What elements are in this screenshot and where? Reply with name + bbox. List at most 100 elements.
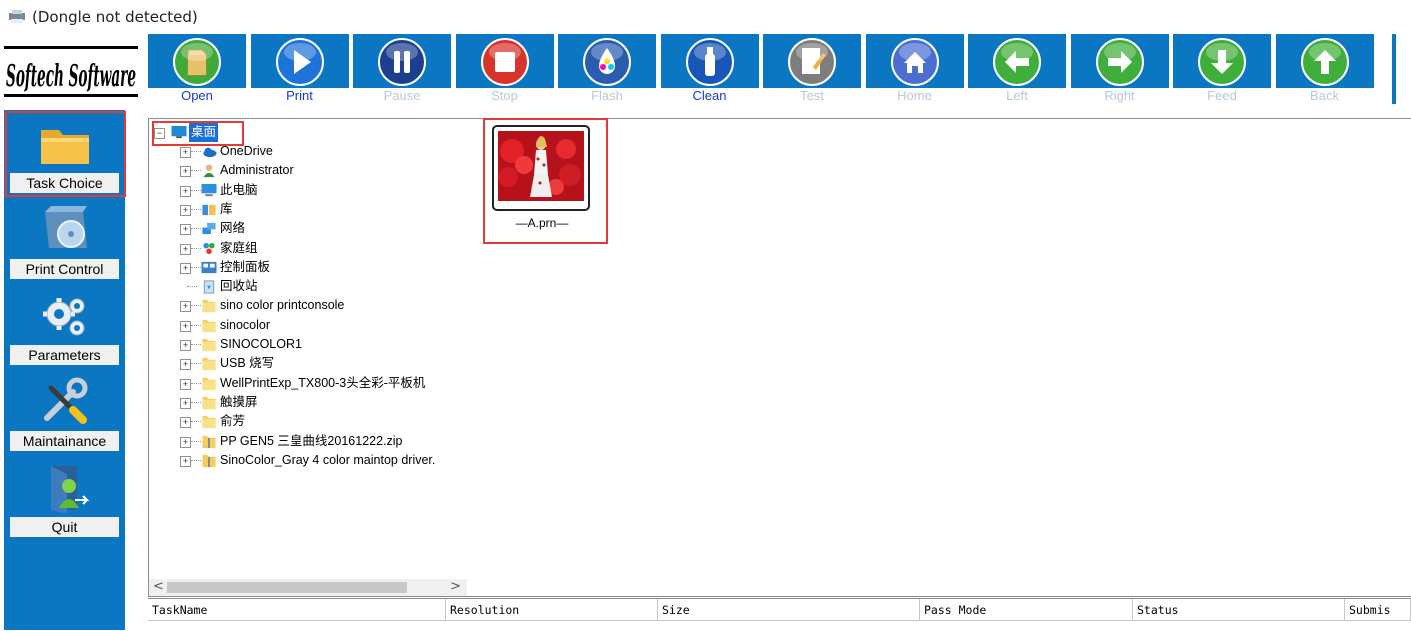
tree-item-label: sinocolor xyxy=(220,317,271,332)
folder-icon xyxy=(201,395,217,410)
back-button[interactable]: Back xyxy=(1275,34,1374,104)
tree-connector xyxy=(191,247,201,249)
tree-item[interactable]: + PP GEN5 三皇曲线20161222.zip xyxy=(149,432,467,451)
recycle-bin-icon xyxy=(201,279,217,294)
tree-connector xyxy=(191,421,201,423)
expand-icon[interactable]: + xyxy=(180,166,191,178)
sidebar-item-label: Quit xyxy=(10,517,119,537)
right-button[interactable]: Right xyxy=(1070,34,1169,104)
tree-item[interactable]: + USB 烧写 xyxy=(149,354,467,373)
column-header[interactable]: Pass Mode xyxy=(920,599,1133,621)
tree-connector xyxy=(191,324,201,326)
sidebar-item-print-control[interactable]: Print Control xyxy=(4,196,125,282)
scroll-thumb[interactable] xyxy=(167,582,407,593)
expand-icon[interactable]: + xyxy=(180,224,191,236)
arrow-up-icon xyxy=(1300,37,1350,87)
expand-icon[interactable]: + xyxy=(180,378,191,390)
column-header[interactable]: Size xyxy=(658,599,920,621)
feed-button[interactable]: Feed xyxy=(1173,34,1271,104)
tree-item-label: WellPrintExp_TX800-3头全彩-平板机 xyxy=(220,375,426,390)
stop-button[interactable]: Stop xyxy=(455,34,554,104)
expand-icon[interactable]: + xyxy=(180,262,191,274)
sidebar-item-task-choice[interactable]: Task Choice xyxy=(4,110,125,196)
sidebar-item-maintainance[interactable]: Maintainance xyxy=(4,368,125,454)
network-icon xyxy=(201,221,217,236)
arrow-right-icon xyxy=(1095,37,1145,87)
flash-button[interactable]: Flash xyxy=(558,34,656,104)
tree-item[interactable]: + 家庭组 xyxy=(149,239,467,258)
scroll-left-icon[interactable]: < xyxy=(153,579,164,594)
expand-icon[interactable]: + xyxy=(180,243,191,255)
tree-item[interactable]: + 网络 xyxy=(149,219,467,238)
sidebar-item-quit[interactable]: Quit xyxy=(4,454,125,540)
test-button[interactable]: Test xyxy=(763,34,861,104)
folder-icon xyxy=(201,318,217,333)
tree-item[interactable]: + 俞芳 xyxy=(149,412,467,431)
expand-icon[interactable]: + xyxy=(180,455,191,467)
tree-item-label: 此电脑 xyxy=(220,182,258,197)
folder-icon xyxy=(201,337,217,352)
homegroup-icon xyxy=(201,241,217,256)
column-header[interactable]: TaskName xyxy=(148,599,446,621)
document-edit-icon xyxy=(787,37,837,87)
task-table: TaskName Resolution Size Pass Mode Status Sub… xyxy=(148,598,1411,631)
clean-button-label: Clean xyxy=(660,88,759,104)
tree-item[interactable]: + WellPrintExp_TX800-3头全彩-平板机 xyxy=(149,374,467,393)
feed-button-label: Feed xyxy=(1173,88,1271,104)
file-list-pane xyxy=(467,118,1411,597)
left-button-label: Left xyxy=(968,88,1066,104)
column-header[interactable]: Status xyxy=(1133,599,1345,621)
scroll-right-icon[interactable]: > xyxy=(450,579,461,594)
file-thumbnail[interactable] xyxy=(492,125,590,211)
tree-item[interactable]: + 触摸屏 xyxy=(149,393,467,412)
gears-icon xyxy=(37,288,93,344)
tree-item[interactable]: + SinoColor_Gray 4 color maintop driver. xyxy=(149,451,467,470)
tree-item-label: 俞芳 xyxy=(220,414,246,429)
expand-icon[interactable]: + xyxy=(180,185,191,197)
zip-icon xyxy=(201,453,217,468)
window-title: (Dongle not detected) xyxy=(32,8,198,26)
horizontal-scrollbar[interactable]: < > xyxy=(149,579,467,596)
tree-item[interactable]: + 此电脑 xyxy=(149,181,467,200)
expand-icon[interactable]: + xyxy=(180,436,191,448)
tree-item[interactable]: + Administrator xyxy=(149,161,467,180)
control-panel-icon xyxy=(201,260,217,275)
home-icon xyxy=(890,37,940,87)
pause-button-label: Pause xyxy=(353,88,451,104)
tree-connector xyxy=(191,170,201,172)
tree-item-label: 家庭组 xyxy=(220,240,258,255)
expand-icon[interactable]: + xyxy=(180,359,191,371)
expand-icon[interactable]: + xyxy=(180,320,191,332)
expand-icon[interactable]: + xyxy=(180,147,191,158)
cd-icon xyxy=(37,202,93,258)
pause-button[interactable]: Pause xyxy=(353,34,451,104)
file-name[interactable]: —A.prn— xyxy=(490,216,594,230)
expand-icon[interactable]: + xyxy=(180,397,191,409)
inkdrop-icon xyxy=(582,37,632,87)
column-header[interactable]: Submis xyxy=(1345,599,1411,621)
expand-icon[interactable]: + xyxy=(180,301,191,313)
folder-icon xyxy=(172,37,222,87)
tree-item[interactable]: 回收站 xyxy=(149,277,467,296)
column-header[interactable]: Resolution xyxy=(446,599,658,621)
print-button[interactable]: Print xyxy=(250,34,349,104)
tree-item-label: 回收站 xyxy=(220,279,258,294)
title-bar: (Dongle not detected) xyxy=(0,0,1411,32)
left-button[interactable]: Left xyxy=(968,34,1066,104)
tree-item[interactable]: + SINOCOLOR1 xyxy=(149,335,467,354)
expand-icon[interactable]: + xyxy=(180,340,191,351)
tree-item[interactable]: + sino color printconsole xyxy=(149,296,467,315)
print-button-label: Print xyxy=(250,88,349,104)
tree-item[interactable]: + sinocolor xyxy=(149,316,467,335)
sidebar-item-label: Parameters xyxy=(10,345,119,365)
tree-item[interactable]: + 控制面板 xyxy=(149,258,467,277)
expand-icon[interactable]: + xyxy=(180,204,191,216)
tree-item[interactable]: + 库 xyxy=(149,200,467,219)
expand-icon[interactable]: + xyxy=(180,417,191,429)
home-button[interactable]: Home xyxy=(865,34,964,104)
tree-connector xyxy=(191,305,201,307)
open-button[interactable]: Open xyxy=(148,34,246,104)
sidebar-item-parameters[interactable]: Parameters xyxy=(4,282,125,368)
clean-button[interactable]: Clean xyxy=(660,34,759,104)
tree-connector xyxy=(187,286,197,288)
